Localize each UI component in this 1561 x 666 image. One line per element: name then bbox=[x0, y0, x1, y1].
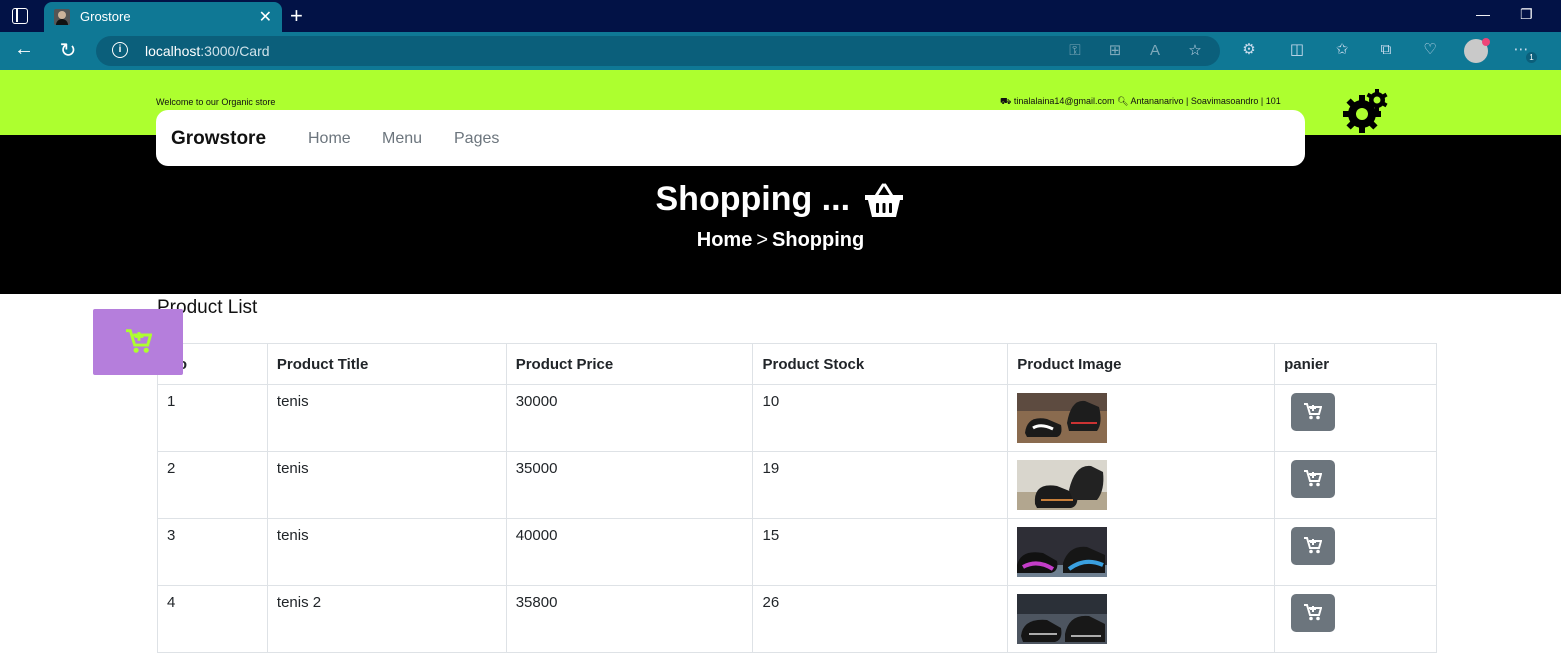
main-navbar: Growstore Home Menu Pages bbox=[156, 110, 1305, 166]
hero-title: Shopping ... bbox=[0, 180, 1561, 220]
cell-image bbox=[1007, 451, 1276, 519]
table-header-row: No Product Title Product Price Product S… bbox=[157, 343, 1437, 385]
table-row: 2 tenis 35000 19 bbox=[157, 451, 1437, 519]
table-row: 3 tenis 40000 15 bbox=[157, 518, 1437, 586]
back-icon[interactable]: ← bbox=[12, 38, 36, 61]
breadcrumb: Home > Shopping bbox=[0, 229, 1561, 252]
cell-title: tenis 2 bbox=[266, 585, 507, 653]
brand-logo[interactable]: Growstore bbox=[171, 128, 266, 150]
table-row: 4 tenis 2 35800 26 bbox=[157, 585, 1437, 653]
breadcrumb-current: Shopping bbox=[772, 229, 865, 251]
reload-icon[interactable]: ↻ bbox=[56, 38, 80, 63]
shopping-basket-icon bbox=[865, 183, 904, 218]
nav-link-menu[interactable]: Menu bbox=[382, 130, 422, 148]
read-aloud-icon[interactable]: A bbox=[1146, 42, 1164, 60]
nav-link-pages[interactable]: Pages bbox=[454, 130, 499, 148]
url-path: :3000/Card bbox=[200, 43, 270, 59]
browser-toolbar: ← ↻ i localhost:3000/Card ⚿ ⊞ A ☆ ⚙ ◫ ✩ … bbox=[0, 32, 1561, 70]
cell-no: 3 bbox=[157, 518, 268, 586]
settings-gear-icon[interactable] bbox=[1340, 88, 1390, 138]
table-row: 1 tenis 30000 10 bbox=[157, 384, 1437, 452]
cell-panier bbox=[1274, 518, 1437, 586]
cell-title: tenis bbox=[266, 451, 507, 519]
profile-avatar[interactable] bbox=[1464, 38, 1490, 63]
cell-no: 1 bbox=[157, 384, 268, 452]
key-icon[interactable]: ⚿ bbox=[1066, 42, 1084, 60]
cart-plus-icon bbox=[1304, 537, 1323, 554]
favorites-icon[interactable]: ✩ bbox=[1333, 41, 1351, 59]
browser-essentials-icon[interactable]: ♡ bbox=[1421, 41, 1439, 59]
cart-plus-icon bbox=[1304, 470, 1323, 487]
product-image bbox=[1017, 594, 1108, 644]
column-header-image: Product Image bbox=[1007, 343, 1276, 385]
contact-email: tinalalaina14@gmail.com bbox=[1013, 96, 1115, 106]
browser-tab[interactable]: Grostore ✕ bbox=[44, 2, 282, 32]
contact-info: ⛟ tinalalaina14@gmail.com 🔍︎ Antananariv… bbox=[1000, 96, 1281, 108]
column-header-stock: Product Stock bbox=[752, 343, 1009, 385]
cart-plus-icon bbox=[126, 329, 152, 353]
cell-title: tenis bbox=[266, 518, 507, 586]
cell-stock: 26 bbox=[752, 585, 1009, 653]
cell-panier bbox=[1274, 384, 1437, 452]
collections-icon[interactable]: ⧉ bbox=[1377, 41, 1395, 59]
tab-actions-icon[interactable] bbox=[12, 8, 28, 24]
truck-icon: ⛟ bbox=[1000, 96, 1012, 106]
extensions-icon[interactable]: ⚙ bbox=[1240, 41, 1258, 59]
welcome-text: Welcome to our Organic store bbox=[156, 97, 276, 107]
browser-tabbar: Grostore ✕ + — ❐ bbox=[0, 0, 1561, 32]
tab-favicon-icon bbox=[54, 9, 70, 25]
column-header-panier: panier bbox=[1274, 343, 1437, 385]
cell-title: tenis bbox=[266, 384, 507, 452]
contact-address: Antananarivo | Soavimasoandro | 101 bbox=[1130, 96, 1281, 106]
cell-price: 35000 bbox=[505, 451, 754, 519]
cell-panier bbox=[1274, 451, 1437, 519]
add-to-cart-button[interactable] bbox=[1291, 460, 1336, 498]
cart-plus-icon bbox=[1304, 604, 1323, 621]
tab-title: Grostore bbox=[80, 9, 131, 24]
favorite-star-icon[interactable]: ☆ bbox=[1186, 42, 1204, 60]
add-to-cart-button[interactable] bbox=[1291, 527, 1336, 565]
product-table: No Product Title Product Price Product S… bbox=[157, 343, 1437, 653]
url-host: localhost bbox=[145, 43, 201, 59]
cell-image bbox=[1007, 585, 1276, 653]
url-text[interactable]: localhost:3000/Card bbox=[145, 43, 270, 59]
cell-stock: 15 bbox=[752, 518, 1009, 586]
add-to-cart-button[interactable] bbox=[1291, 594, 1336, 632]
cell-stock: 10 bbox=[752, 384, 1009, 452]
new-tab-icon[interactable]: + bbox=[290, 3, 303, 29]
cart-plus-icon bbox=[1304, 403, 1323, 420]
cell-no: 4 bbox=[157, 585, 268, 653]
split-screen-icon[interactable]: ◫ bbox=[1288, 41, 1306, 59]
product-image bbox=[1017, 527, 1108, 577]
floating-cart-button[interactable] bbox=[93, 309, 183, 375]
minimize-icon[interactable]: — bbox=[1476, 6, 1490, 22]
add-to-cart-button[interactable] bbox=[1291, 393, 1336, 431]
close-tab-icon[interactable]: ✕ bbox=[259, 7, 272, 27]
column-header-title: Product Title bbox=[266, 343, 507, 385]
cell-image bbox=[1007, 518, 1276, 586]
breadcrumb-home[interactable]: Home bbox=[697, 229, 753, 251]
search-icon: 🔍︎ bbox=[1117, 96, 1129, 106]
cell-no: 2 bbox=[157, 451, 268, 519]
apps-icon[interactable]: ⊞ bbox=[1106, 42, 1124, 60]
product-image bbox=[1017, 460, 1108, 510]
site-info-icon[interactable]: i bbox=[112, 42, 128, 58]
column-header-price: Product Price bbox=[505, 343, 754, 385]
hero-title-text: Shopping ... bbox=[655, 180, 851, 218]
notification-badge: 1 bbox=[1526, 52, 1537, 63]
address-bar[interactable]: i localhost:3000/Card ⚿ ⊞ A ☆ bbox=[96, 36, 1220, 66]
cell-price: 40000 bbox=[505, 518, 754, 586]
nav-link-home[interactable]: Home bbox=[308, 130, 351, 148]
cell-panier bbox=[1274, 585, 1437, 653]
cell-image bbox=[1007, 384, 1276, 452]
restore-icon[interactable]: ❐ bbox=[1520, 6, 1533, 23]
cell-price: 35800 bbox=[505, 585, 754, 653]
cell-price: 30000 bbox=[505, 384, 754, 452]
cell-stock: 19 bbox=[752, 451, 1009, 519]
breadcrumb-separator-icon: > bbox=[756, 229, 769, 251]
product-image bbox=[1017, 393, 1108, 443]
